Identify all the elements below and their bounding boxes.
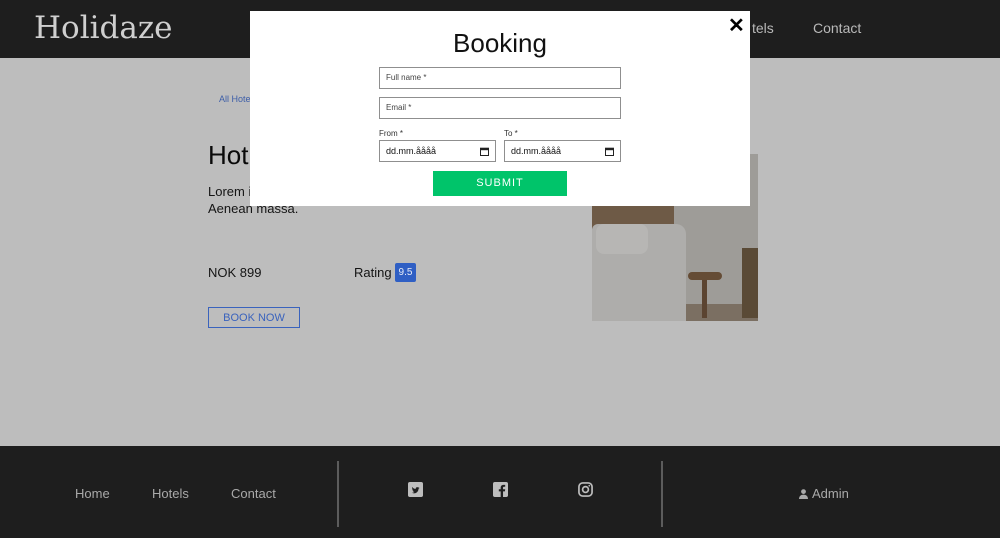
user-icon xyxy=(799,489,808,499)
email-field[interactable]: Email * xyxy=(379,97,621,119)
book-now-button[interactable]: BOOK NOW xyxy=(208,307,300,328)
nav-contact-link[interactable]: Contact xyxy=(813,20,861,36)
site-logo[interactable]: Holidaze xyxy=(34,10,173,46)
instagram-icon[interactable] xyxy=(578,482,593,497)
rating-label: Rating xyxy=(354,265,392,280)
calendar-icon[interactable] xyxy=(480,147,489,156)
footer-contact-link[interactable]: Contact xyxy=(231,486,276,501)
from-date-value: dd.mm.åååå xyxy=(386,146,437,156)
photo-side-table xyxy=(688,272,722,280)
from-date-field[interactable]: dd.mm.åååå xyxy=(379,140,496,162)
nav-hotels-link[interactable]: tels xyxy=(752,20,774,36)
admin-link[interactable]: Admin xyxy=(799,486,849,501)
footer-divider xyxy=(337,461,339,527)
to-label: To * xyxy=(504,129,518,138)
to-date-field[interactable]: dd.mm.åååå xyxy=(504,140,621,162)
photo-chair xyxy=(742,248,758,318)
modal-title: Booking xyxy=(453,28,547,58)
footer-home-link[interactable]: Home xyxy=(75,486,110,501)
photo-table-leg xyxy=(702,280,707,318)
footer-divider xyxy=(661,461,663,527)
submit-button[interactable]: SUBMIT xyxy=(433,171,567,196)
from-label: From * xyxy=(379,129,403,138)
site-footer: Home Hotels Contact Admin xyxy=(0,446,1000,538)
rating-badge: 9.5 xyxy=(395,263,416,282)
facebook-icon[interactable] xyxy=(493,482,508,497)
to-date-value: dd.mm.åååå xyxy=(511,146,562,156)
calendar-icon[interactable] xyxy=(605,147,614,156)
photo-pillow xyxy=(596,224,648,254)
admin-label: Admin xyxy=(812,486,849,501)
booking-modal: ✕ Booking Full name * Email * From * To … xyxy=(250,11,750,206)
hotel-price: NOK 899 xyxy=(208,265,262,280)
twitter-icon[interactable] xyxy=(408,482,423,497)
breadcrumb[interactable]: All Hotel xyxy=(219,94,253,104)
footer-hotels-link[interactable]: Hotels xyxy=(152,486,189,501)
full-name-field[interactable]: Full name * xyxy=(379,67,621,89)
page-title: Hot xyxy=(208,140,249,170)
